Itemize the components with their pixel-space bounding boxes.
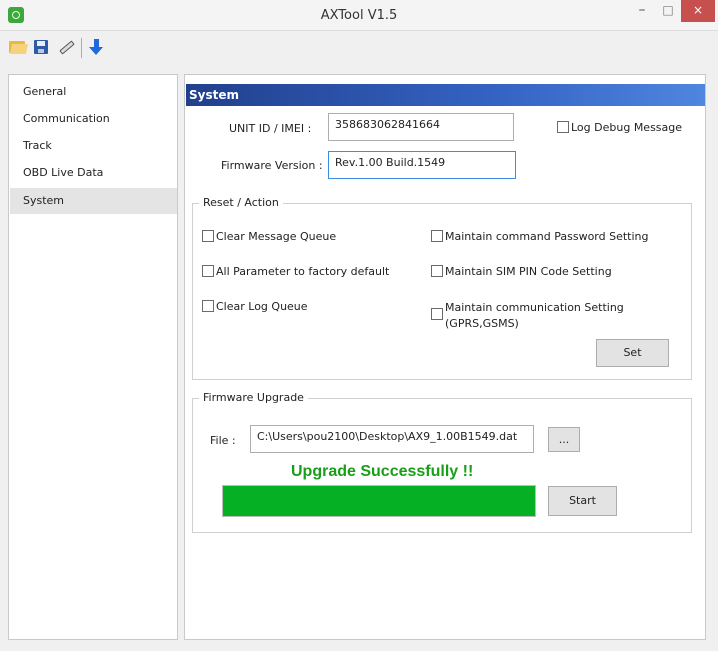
section-header: System — [186, 84, 705, 106]
factory-default-label: All Parameter to factory default — [216, 265, 390, 278]
file-label: File : — [210, 434, 236, 447]
maintain-password-label: Maintain command Password Setting — [445, 230, 649, 243]
edit-icon[interactable] — [57, 39, 75, 55]
firmware-upgrade-group: Firmware Upgrade File : C:\Users\pou2100… — [192, 391, 692, 533]
log-debug-checkbox[interactable] — [557, 121, 569, 133]
toolbar-separator — [81, 38, 82, 58]
toolbar — [0, 32, 718, 64]
maximize-button[interactable]: □ — [655, 0, 681, 22]
folder-icon[interactable] — [9, 39, 29, 55]
nav-panel: General Communication Track OBD Live Dat… — [8, 74, 178, 640]
reset-action-title: Reset / Action — [199, 196, 283, 209]
minimize-button[interactable]: – — [629, 0, 655, 22]
clear-log-queue-checkbox[interactable] — [202, 300, 214, 312]
maintain-communication-label: Maintain communication Setting — [445, 301, 624, 314]
start-button[interactable]: Start — [548, 486, 617, 516]
window-title: AXTool V1.5 — [320, 8, 398, 23]
set-button[interactable]: Set — [596, 339, 669, 367]
system-panel: System UNIT ID / IMEI : 358683062841664 … — [184, 74, 706, 640]
nav-item-system[interactable]: System — [10, 188, 177, 214]
nav-item-obd-live-data[interactable]: OBD Live Data — [10, 160, 177, 186]
unit-id-label: UNIT ID / IMEI : — [229, 122, 312, 135]
clear-message-queue-label: Clear Message Queue — [216, 230, 337, 243]
log-debug-label: Log Debug Message — [571, 121, 683, 134]
clear-message-queue-checkbox[interactable] — [202, 230, 214, 242]
nav-item-track[interactable]: Track — [10, 133, 177, 159]
firmware-version-field[interactable]: Rev.1.00 Build.1549 — [328, 151, 516, 179]
maintain-communication-checkbox[interactable] — [431, 308, 443, 320]
browse-button[interactable]: ... — [548, 427, 580, 452]
firmware-version-label: Firmware Version : — [221, 159, 323, 172]
upgrade-progress-bar — [222, 485, 536, 517]
maintain-sim-pin-checkbox[interactable] — [431, 265, 443, 277]
clear-log-queue-label: Clear Log Queue — [216, 300, 308, 313]
file-path-field[interactable]: C:\Users\pou2100\Desktop\AX9_1.00B1549.d… — [250, 425, 534, 453]
unit-id-field[interactable]: 358683062841664 — [328, 113, 514, 141]
title-bar: AXTool V1.5 – □ × — [0, 0, 718, 31]
upgrade-status-text: Upgrade Successfully !! — [291, 463, 474, 480]
nav-item-general[interactable]: General — [10, 79, 177, 105]
maintain-sim-pin-label: Maintain SIM PIN Code Setting — [445, 265, 612, 278]
save-icon[interactable] — [33, 39, 49, 55]
download-icon[interactable] — [88, 39, 104, 55]
nav-item-communication[interactable]: Communication — [10, 106, 177, 132]
reset-action-group: Reset / Action Clear Message Queue Maint… — [192, 196, 692, 380]
firmware-upgrade-title: Firmware Upgrade — [199, 391, 308, 404]
upgrade-progress-fill — [223, 486, 535, 516]
maintain-password-checkbox[interactable] — [431, 230, 443, 242]
maintain-communication-label-line2: (GPRS,GSMS) — [445, 317, 519, 330]
factory-default-checkbox[interactable] — [202, 265, 214, 277]
close-button[interactable]: × — [681, 0, 715, 22]
